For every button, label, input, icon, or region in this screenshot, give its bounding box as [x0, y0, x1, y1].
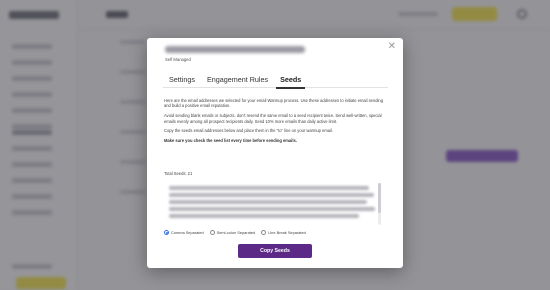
scrollbar-thumb[interactable] [378, 183, 381, 213]
radio-label: Comma Separated [171, 230, 204, 235]
radio-comma[interactable]: Comma Separated [164, 230, 204, 235]
description-paragraph: Copy the seeds email addresses below and… [164, 128, 334, 134]
seed-email [169, 186, 369, 190]
seed-email [169, 193, 374, 197]
total-seeds: Total Seeds: 21 [164, 171, 193, 176]
tab-seeds[interactable]: Seeds [274, 72, 307, 89]
seed-list[interactable] [165, 183, 383, 225]
tab-engagement-rules[interactable]: Engagement Rules [201, 72, 274, 88]
warning-text: Make sure you check the seed list every … [164, 137, 297, 143]
radio-label: Line Break Separated [268, 230, 306, 235]
seed-email [169, 200, 367, 204]
radio-label: Semi-colon Separated [216, 230, 256, 235]
radio-line-break[interactable]: Line Break Separated [261, 230, 306, 235]
description-paragraph: Avoid sending blank emails or subjects, … [164, 113, 382, 124]
tab-settings[interactable]: Settings [163, 72, 201, 88]
modal-tabs: Settings Engagement Rules Seeds [163, 72, 388, 89]
seeds-modal: ✕ Self Managed Settings Engagement Rules… [147, 38, 403, 268]
seed-email [169, 207, 375, 211]
description-paragraph: Here are the email addresses we selected… [164, 98, 383, 109]
radio-button[interactable] [261, 230, 267, 235]
managed-label: Self Managed [165, 57, 191, 62]
radio-button[interactable] [164, 230, 169, 235]
radio-semicolon[interactable]: Semi-colon Separated [209, 230, 256, 235]
radio-button[interactable] [209, 230, 215, 235]
mailbox-address [165, 46, 305, 53]
copy-seeds-button[interactable]: Copy Seeds [238, 244, 312, 258]
seed-email [169, 214, 359, 218]
close-icon[interactable]: ✕ [388, 42, 396, 52]
seeds-description: Here are the email addresses we selected… [164, 98, 386, 148]
separator-options: Comma Separated Semi-colon Separated Lin… [164, 230, 306, 235]
